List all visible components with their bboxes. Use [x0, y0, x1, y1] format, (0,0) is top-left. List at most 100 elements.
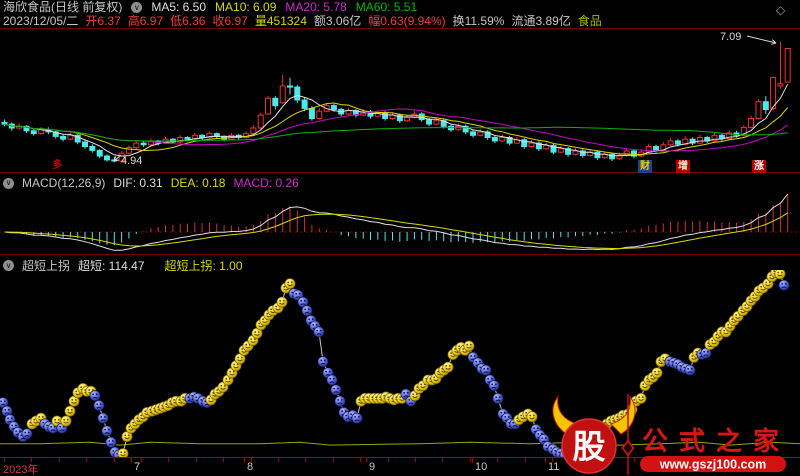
candle: [104, 154, 110, 162]
candle: [30, 129, 37, 136]
candle: [199, 134, 206, 140]
smiley-ball: [60, 415, 72, 427]
smiley-ball: [284, 278, 296, 290]
candle: [484, 130, 491, 140]
axis-month-label: 9: [369, 461, 376, 473]
macd-value: MACD: 0.26: [233, 176, 299, 190]
candle: [579, 149, 586, 158]
candle: [287, 77, 293, 95]
candle: [499, 134, 506, 142]
candle: [535, 141, 542, 151]
high-value: 高6.97: [127, 14, 164, 28]
candle: [477, 129, 484, 137]
sad-ball: [89, 390, 101, 402]
smiley-ball: [463, 340, 475, 352]
logo-url[interactable]: www.gszj100.com: [659, 458, 767, 472]
candle: [506, 135, 513, 146]
axis-month-label: 10: [475, 461, 488, 473]
ma60-value: MA60: 5.51: [355, 0, 418, 14]
candle: [294, 84, 301, 103]
candle: [67, 132, 74, 141]
candle: [257, 112, 264, 130]
sad-ball: [351, 412, 363, 424]
corner-diamond-icon[interactable]: ◇: [776, 3, 785, 17]
candle: [784, 48, 791, 83]
axis-month-label: 7: [134, 461, 141, 473]
candle: [470, 130, 476, 138]
candle: [352, 109, 359, 118]
bull-horn-right-icon: [610, 395, 636, 435]
logo-symbol: 股: [573, 428, 606, 465]
candle: [543, 142, 550, 150]
candle: [777, 41, 784, 89]
sad-ball: [101, 425, 113, 437]
candle: [125, 145, 132, 155]
date-label: 2023/12/05/二: [3, 14, 79, 28]
smiley-ball: [64, 405, 76, 417]
collapse-main-icon[interactable]: [131, 2, 143, 13]
sad-ball: [301, 305, 313, 317]
ma5-value: MA5: 6.50: [151, 0, 207, 14]
logo-name: 公式之家: [642, 426, 790, 456]
candle: [528, 140, 535, 148]
float-value: 流通3.89亿: [511, 14, 571, 28]
candle: [550, 143, 557, 155]
candle: [60, 134, 67, 142]
amount-value: 额3.06亿: [313, 14, 362, 28]
smiley-ball: [276, 296, 288, 308]
dif-value: DIF: 0.31: [113, 176, 163, 190]
logo: 股 公式之家 www.gszj100.com: [552, 394, 790, 475]
logo-diamond-icon: [621, 439, 635, 457]
candle: [316, 108, 323, 120]
candle: [8, 122, 15, 131]
open-value: 开6.37: [85, 14, 121, 28]
sad-ball: [21, 428, 33, 440]
dea-value: DEA: 0.18: [170, 176, 226, 190]
sad-ball: [97, 412, 109, 424]
close-value: 收6.97: [212, 14, 248, 28]
candle: [667, 138, 674, 146]
candle: [762, 96, 769, 114]
collapse-macd-icon[interactable]: [3, 177, 14, 189]
candle: [272, 96, 279, 110]
candle: [177, 135, 184, 144]
sad-ball: [492, 392, 504, 404]
candle: [521, 138, 528, 149]
candle: [696, 134, 703, 145]
sad-ball: [480, 364, 492, 376]
candle: [462, 124, 469, 135]
candle: [82, 140, 88, 149]
candle: [206, 131, 213, 139]
turnover-value: 换11.59%: [452, 14, 505, 28]
change-value: 幅0.63(9.94%): [368, 14, 446, 28]
candle: [133, 140, 140, 150]
axis-year-label: 2023年: [3, 464, 39, 476]
sad-ball: [334, 395, 346, 407]
stock-title: 海欣食品(日线 前复权): [3, 0, 123, 14]
candle: [755, 99, 762, 120]
ma20-value: MA20: 5.78: [285, 0, 347, 14]
main-chart: 7.09 4.94: [1, 31, 791, 167]
candle: [89, 144, 96, 153]
candle: [726, 130, 733, 140]
smiley-ball: [526, 411, 538, 423]
candle: [711, 132, 718, 142]
candle: [448, 124, 454, 132]
candle: [265, 96, 271, 116]
sad-ball: [684, 364, 696, 376]
candle: [718, 133, 725, 141]
candle: [557, 145, 564, 154]
candle: [704, 135, 711, 144]
macd-title: MACD(12,26,9): [22, 176, 106, 190]
candle: [96, 149, 103, 159]
candle: [345, 107, 352, 116]
smiley-ball: [774, 270, 786, 280]
candle: [594, 150, 601, 160]
candle: [609, 152, 616, 161]
axis-month-label: 8: [247, 461, 254, 473]
candle: [140, 141, 147, 147]
candle: [565, 147, 572, 157]
sad-ball: [105, 436, 117, 448]
low-value: 低6.36: [170, 14, 206, 28]
volume-value: 量451324: [254, 14, 307, 28]
